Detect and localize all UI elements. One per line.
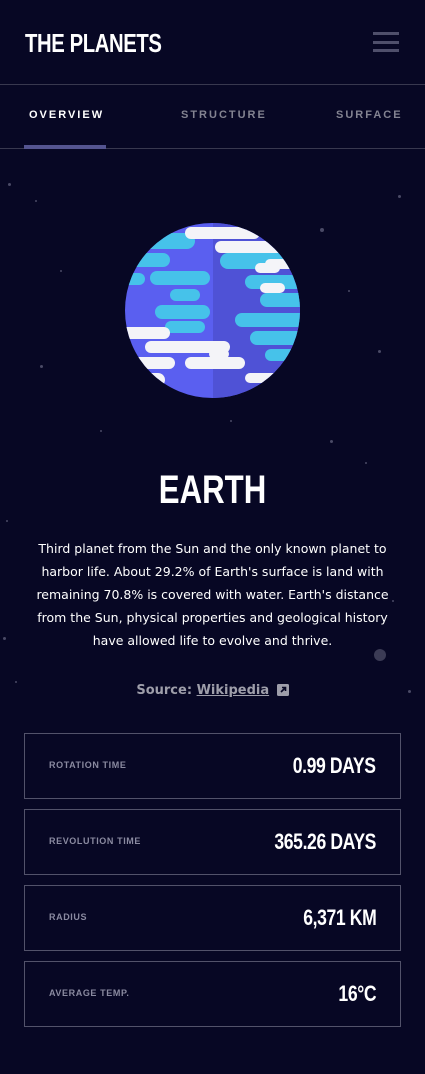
- stat-radius: RADIUS 6,371 KM: [24, 885, 401, 951]
- menu-icon[interactable]: [373, 32, 399, 52]
- stat-label: RADIUS: [49, 912, 88, 922]
- stat-label: ROTATION TIME: [49, 760, 127, 770]
- active-tab-indicator: [24, 145, 106, 149]
- app-header: THE PLANETS: [0, 0, 425, 85]
- tab-bar: OVERVIEW STRUCTURE SURFACE: [0, 85, 425, 149]
- tab-structure[interactable]: STRUCTURE: [181, 85, 267, 149]
- planet-name: EARTH: [158, 468, 267, 512]
- tab-surface[interactable]: SURFACE: [336, 85, 403, 149]
- stat-label: REVOLUTION TIME: [49, 836, 141, 846]
- earth-illustration: [125, 223, 300, 398]
- source-line: Source: Wikipedia: [0, 683, 425, 698]
- stat-value: 0.99 DAYS: [293, 753, 376, 778]
- external-link-icon[interactable]: [276, 684, 289, 696]
- app-title: THE PLANETS: [25, 28, 162, 58]
- stat-value: 16°C: [338, 981, 376, 1006]
- wikipedia-link[interactable]: Wikipedia: [197, 683, 270, 698]
- stat-revolution-time: REVOLUTION TIME 365.26 DAYS: [24, 809, 401, 875]
- stat-value: 365.26 DAYS: [274, 829, 376, 854]
- tab-overview[interactable]: OVERVIEW: [29, 85, 104, 149]
- stat-average-temp: AVERAGE TEMP. 16°C: [24, 961, 401, 1027]
- stat-label: AVERAGE TEMP.: [49, 988, 130, 998]
- planet-description: Third planet from the Sun and the only k…: [36, 541, 389, 648]
- stat-value: 6,371 KM: [302, 905, 377, 930]
- stat-rotation-time: ROTATION TIME 0.99 DAYS: [24, 733, 401, 799]
- source-label: Source:: [136, 683, 193, 698]
